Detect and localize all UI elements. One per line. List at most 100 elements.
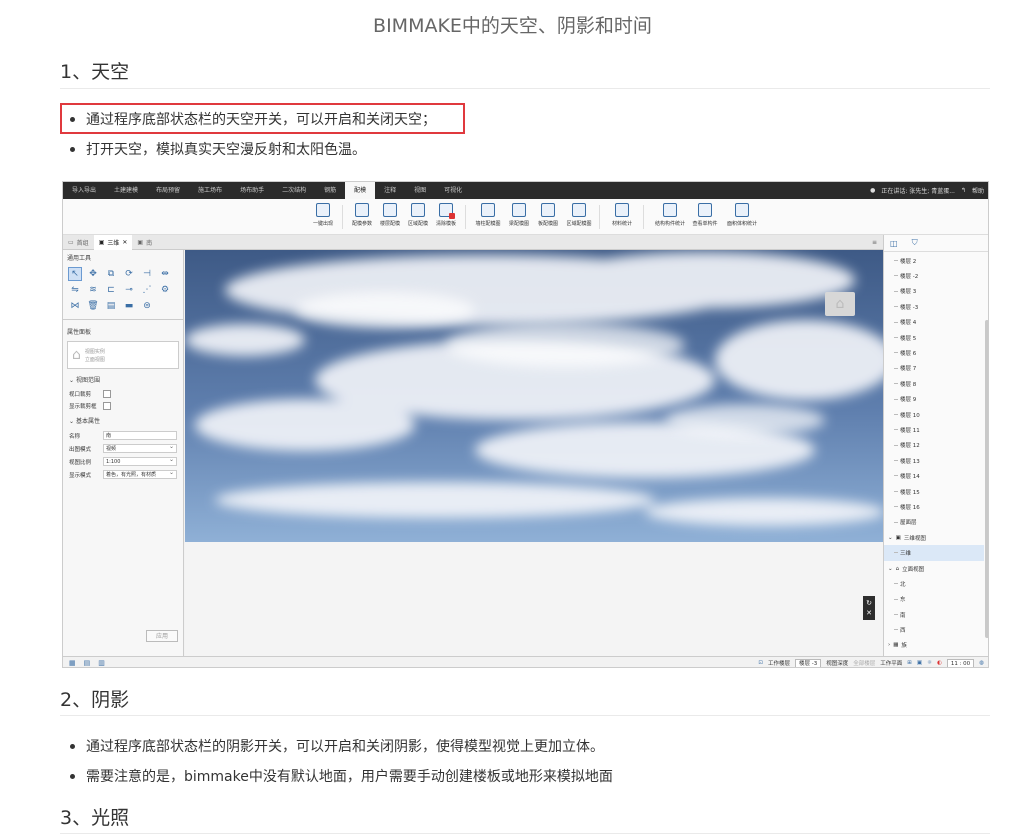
menu-item[interactable]: 钢筋 — [315, 182, 345, 199]
menu-item[interactable]: 土建建模 — [105, 182, 147, 199]
trim-tool-icon[interactable]: ⊏ — [104, 283, 118, 297]
work-plane-icon[interactable]: ⊞ — [907, 660, 912, 666]
tree-group-3d[interactable]: ⌄ ▣ 三维视图 — [884, 530, 984, 545]
ribbon-button[interactable]: 结构构件统计 — [655, 203, 685, 227]
tree-item[interactable]: 楼层 4 — [884, 315, 984, 330]
ribbon-button[interactable]: 配模参数 — [347, 203, 377, 227]
panel-icon[interactable]: ◫ — [890, 239, 898, 248]
menu-item[interactable]: 场布助手 — [231, 182, 273, 199]
work-floor-select[interactable]: 楼层 -3 — [794, 658, 822, 667]
tree-item[interactable]: 楼层 2 — [884, 253, 984, 268]
tree-item[interactable]: 楼层 6 — [884, 345, 984, 360]
copy-tool-icon[interactable]: ⧉ — [104, 267, 118, 281]
menu-item[interactable]: 施工场布 — [189, 182, 231, 199]
tree-item[interactable]: 楼层 14 — [884, 468, 984, 483]
tree-item[interactable]: 西 — [884, 622, 984, 637]
menu-item[interactable]: 注释 — [375, 182, 405, 199]
tree-item[interactable]: 楼层 5 — [884, 330, 984, 345]
menu-item-active[interactable]: 配模 — [345, 182, 376, 199]
tree-item[interactable]: 南 — [884, 607, 984, 622]
move-tool-icon[interactable]: ✥ — [86, 267, 100, 281]
section-view-range[interactable]: ⌄ 视图范围 — [63, 371, 183, 388]
tree-item[interactable]: 楼层 15 — [884, 484, 984, 499]
section-basic[interactable]: ⌄ 基本属性 — [63, 412, 183, 429]
tree-item[interactable]: 楼层 8 — [884, 376, 984, 391]
tree-item[interactable]: 楼层 3 — [884, 284, 984, 299]
ruler-tool-icon[interactable]: ▬ — [122, 299, 136, 313]
ribbon-button[interactable]: 材料统计 — [607, 203, 637, 227]
3d-viewport[interactable]: ⌂ ↻ ✕ — [185, 250, 883, 656]
menu-icon[interactable]: ≡ — [872, 239, 883, 246]
ribbon-button[interactable]: 查看单构件 — [690, 203, 720, 227]
tree-item[interactable]: 楼层 10 — [884, 407, 984, 422]
layout-icon[interactable]: ▤ — [84, 659, 91, 667]
tree-item[interactable]: 楼层 9 — [884, 392, 984, 407]
close-icon[interactable]: ✕ — [866, 609, 872, 617]
scrollbar[interactable] — [985, 320, 988, 638]
tree-item[interactable]: 楼层 13 — [884, 453, 984, 468]
time-select[interactable]: 11 : 00 — [946, 658, 975, 667]
tree-item[interactable]: 楼层 12 — [884, 438, 984, 453]
scale-select[interactable]: 1:100 — [103, 456, 177, 466]
tab-first[interactable]: ▭ 首组 — [63, 235, 94, 250]
tree-group-elevation[interactable]: ⌄ ⌂ 立面视图 — [884, 561, 984, 576]
display-select[interactable]: 着色，有光照，有材质 — [103, 469, 177, 479]
delete-tool-icon[interactable]: 🗑 — [86, 299, 100, 313]
shadow-toggle-icon[interactable]: ◐ — [937, 660, 942, 666]
ribbon-button[interactable]: 区域配模图 — [564, 203, 594, 227]
help-button[interactable]: 帮助 — [972, 186, 984, 195]
snap-icon[interactable]: ⊡ — [758, 660, 763, 666]
sky-toggle-icon[interactable]: ▣ — [917, 660, 922, 666]
select-tool-icon[interactable]: ↖ — [68, 267, 82, 281]
tree-group-family[interactable]: › ▦ 族 — [884, 638, 984, 653]
flip-tool-icon[interactable]: ⋈ — [68, 299, 82, 313]
align-tool-icon[interactable]: ⊣ — [140, 267, 154, 281]
grid-icon[interactable]: ▦ — [69, 659, 76, 667]
view-cube-icon[interactable]: ⌂ — [825, 292, 855, 316]
ribbon-button[interactable]: 清除模板 — [431, 203, 461, 227]
menu-item[interactable]: 二次结构 — [273, 182, 315, 199]
tree-item[interactable]: 东 — [884, 592, 984, 607]
tree-item[interactable]: 楼层 -2 — [884, 268, 984, 283]
extend-tool-icon[interactable]: ⋰ — [140, 283, 154, 297]
name-field[interactable]: 南 — [103, 431, 177, 440]
tab-south[interactable]: ▣ 南 — [132, 235, 157, 250]
tree-item[interactable]: 北 — [884, 576, 984, 591]
tab-3d[interactable]: ▣ 三维 ✕ — [93, 234, 133, 250]
filter-icon[interactable]: ⛉ — [912, 238, 918, 248]
instance-card[interactable]: ⌂ 视图实例 立面视图 — [67, 341, 179, 369]
view-depth-select[interactable]: 全部楼层 — [853, 659, 875, 667]
tree-item[interactable]: 楼层 11 — [884, 422, 984, 437]
menu-item[interactable]: 导入导出 — [63, 182, 105, 199]
ribbon-button[interactable]: 梁配模图 — [504, 203, 534, 227]
table-icon[interactable]: ▥ — [98, 659, 105, 667]
close-icon[interactable]: ✕ — [122, 239, 127, 246]
ribbon-button[interactable]: 墙柱配模图 — [473, 203, 503, 227]
ribbon-button[interactable]: 楼层配模 — [375, 203, 405, 227]
link-tool-icon[interactable]: ⊜ — [140, 299, 154, 313]
rotate-icon[interactable]: ↻ — [866, 599, 872, 607]
mode-select[interactable]: 视频 — [103, 443, 177, 453]
settings-tool-icon[interactable]: ⚙ — [158, 283, 172, 297]
sun-icon[interactable]: ☼ — [927, 660, 932, 666]
rotate-tool-icon[interactable]: ⟳ — [122, 267, 136, 281]
mirror-tool-icon[interactable]: ⇋ — [68, 283, 82, 297]
measure-tool-icon[interactable]: ▤ — [104, 299, 118, 313]
menu-item[interactable]: 可视化 — [435, 182, 471, 199]
split-tool-icon[interactable]: ⊸ — [122, 283, 136, 297]
ribbon-button[interactable]: 区域配模 — [403, 203, 433, 227]
menu-item[interactable]: 视图 — [405, 182, 435, 199]
tree-item-selected[interactable]: 三维 — [884, 545, 984, 561]
globe-icon[interactable]: ◍ — [979, 660, 984, 666]
show-clip-checkbox[interactable] — [103, 402, 111, 410]
tree-item[interactable]: 楼层 7 — [884, 361, 984, 376]
menu-item[interactable]: 布局预留 — [147, 182, 189, 199]
tree-item[interactable]: 屋面层 — [884, 515, 984, 530]
apply-button[interactable]: 应用 — [146, 630, 178, 642]
array-tool-icon[interactable]: ≋ — [86, 283, 100, 297]
clip-checkbox[interactable] — [103, 390, 111, 398]
tree-item[interactable]: 楼层 16 — [884, 499, 984, 514]
ribbon-button[interactable]: 板配模图 — [533, 203, 563, 227]
ribbon-button[interactable]: 面积体积统计 — [727, 203, 757, 227]
tree-item[interactable]: 楼层 -3 — [884, 299, 984, 314]
